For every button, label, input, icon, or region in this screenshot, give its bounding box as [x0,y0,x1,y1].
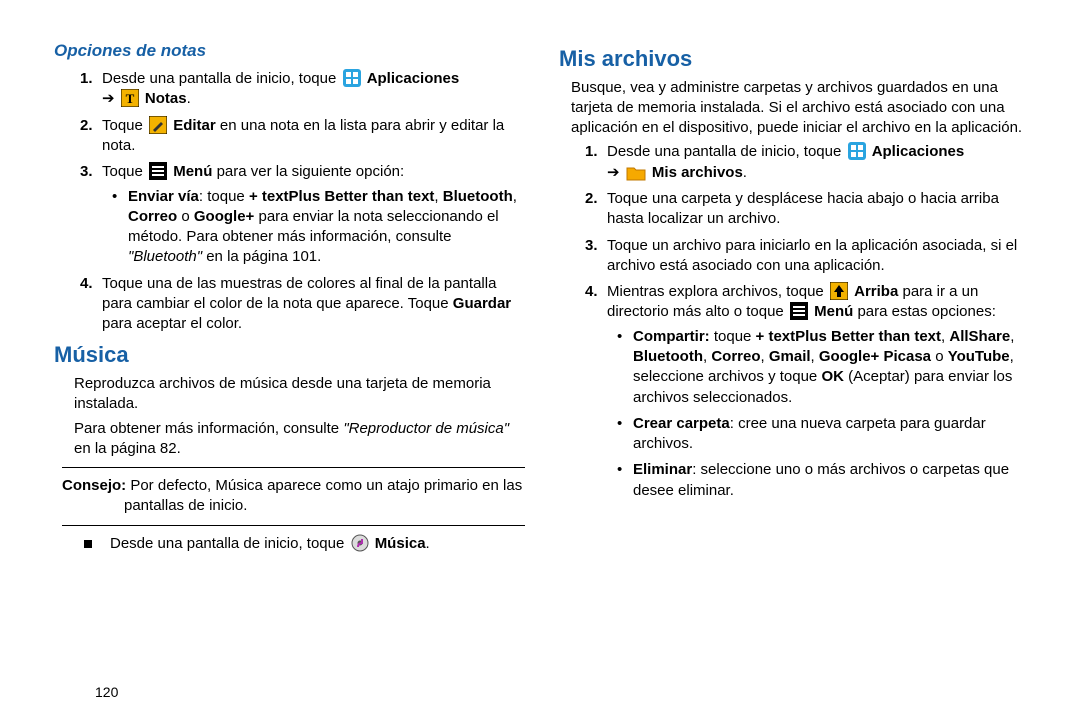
rule-top [62,467,525,468]
editar-icon [149,116,167,136]
apps-icon [848,142,866,162]
menu-label: Menú [814,304,853,321]
musica-icon [351,534,369,554]
arrow-glyph: ➔ [102,90,115,107]
r-step-1: 1. Desde una pantalla de inicio, toque A… [585,142,1030,183]
aplicaciones-label: Aplicaciones [367,70,460,87]
notas-label: Notas [145,90,187,107]
mis-archivos-label: Mis archivos [652,164,743,181]
compartir-bullet: Compartir: toque + textPlus Better than … [623,327,1030,408]
step-4: 4. Toque una de las muestras de colores … [80,274,525,335]
r-step-4: 4. Mientras explora archivos, toque Arri… [585,282,1030,501]
page-number: 120 [95,684,118,700]
step-2: 2. Toque Editar en una nota en la lista … [80,116,525,157]
opciones-notas-steps: 1. Desde una pantalla de inicio, toque A… [60,69,525,334]
r-step4-bullets: Compartir: toque + textPlus Better than … [607,327,1030,501]
notas-icon: T [121,89,139,109]
step3-bullets: Enviar vía: toque + textPlus Better than… [102,187,525,268]
musica-p1: Reproduzca archivos de música desde una … [74,374,525,415]
musica-label: Música [375,535,426,552]
mis-archivos-steps: 1. Desde una pantalla de inicio, toque A… [565,142,1030,500]
menu-icon [149,162,167,182]
musica-heading: Música [54,340,525,370]
menu-label: Menú [173,163,212,180]
opciones-notas-heading: Opciones de notas [54,40,525,63]
aplicaciones-label: Aplicaciones [872,144,965,161]
left-column: Opciones de notas 1. Desde una pantalla … [60,40,525,700]
arriba-label: Arriba [854,283,898,300]
right-column: Mis archivos Busque, vea y administre ca… [565,40,1030,700]
consejo-box: Consejo: Por defecto, Música aparece com… [62,476,523,517]
editar-label: Editar [173,117,216,134]
r-step-2: 2. Toque una carpeta y desplácese hacia … [585,189,1030,230]
mis-archivos-intro: Busque, vea y administre carpetas y arch… [571,78,1030,139]
crear-carpeta-bullet: Crear carpeta: cree una nueva carpeta pa… [623,414,1030,455]
r-step-3: 3. Toque un archivo para iniciarlo en la… [585,236,1030,277]
menu-icon [790,302,808,322]
step-3: 3. Toque Menú para ver la siguiente opci… [80,162,525,267]
folder-icon [626,163,646,183]
mis-archivos-heading: Mis archivos [559,44,1030,74]
apps-icon [343,69,361,89]
manual-page: Opciones de notas 1. Desde una pantalla … [0,0,1080,720]
rule-bottom [62,525,525,526]
enviar-via-bullet: Enviar vía: toque + textPlus Better than… [118,187,525,268]
svg-text:T: T [125,91,134,106]
square-bullet-icon [84,540,92,548]
music-step: Desde una pantalla de inicio, toque Músi… [84,534,525,554]
eliminar-bullet: Eliminar: seleccione uno o más archivos … [623,460,1030,501]
musica-p2: Para obtener más información, consulte "… [74,419,525,460]
step-1: 1. Desde una pantalla de inicio, toque A… [80,69,525,110]
arriba-icon [830,282,848,302]
arrow-glyph: ➔ [607,164,620,181]
